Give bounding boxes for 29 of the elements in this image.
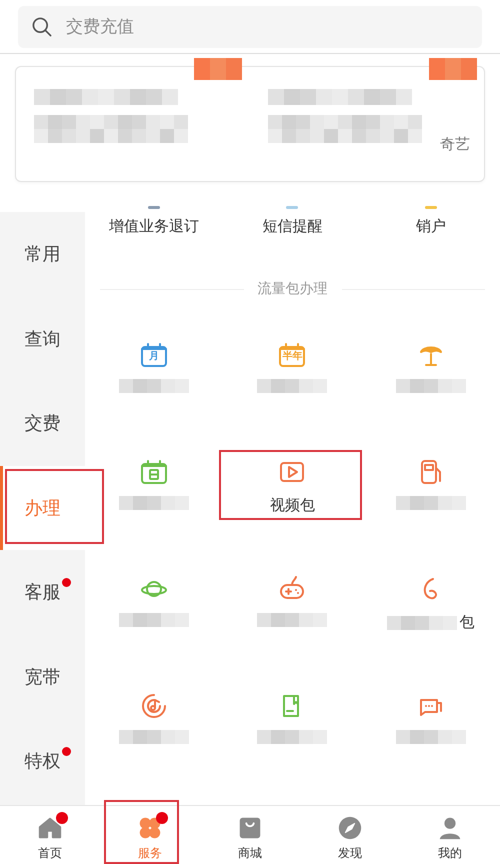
- calendar-icon[interactable]: [139, 458, 170, 486]
- tile-label[interactable]: 包: [459, 613, 474, 632]
- bag-icon: [237, 815, 263, 841]
- tab-item[interactable]: 商城: [200, 806, 300, 864]
- music-disc-icon[interactable]: [140, 692, 168, 720]
- calendar-text: 月: [148, 351, 160, 363]
- search-field[interactable]: 交费充值: [18, 6, 482, 48]
- person-icon: [437, 815, 463, 841]
- section-title: 流量包办理: [258, 280, 328, 298]
- clover-icon: [137, 815, 163, 841]
- service-link[interactable]: 短信提醒: [262, 217, 322, 236]
- promo-text: 奇艺: [440, 135, 470, 154]
- home-icon: [37, 815, 63, 841]
- tile-label[interactable]: 视频包: [270, 496, 315, 515]
- tab-item[interactable]: 发现: [300, 806, 400, 864]
- tab-item[interactable]: 首页: [0, 806, 100, 864]
- sidebar-item[interactable]: 特权: [0, 719, 85, 804]
- compass-icon: [337, 815, 363, 841]
- promo-card[interactable]: 奇艺: [15, 66, 485, 182]
- service-link[interactable]: 销户: [416, 217, 446, 236]
- sidebar-item[interactable]: 宽带: [0, 634, 85, 719]
- search-icon: [30, 15, 54, 39]
- sidebar-item[interactable]: 客服: [0, 550, 85, 634]
- sidebar-item[interactable]: 常用: [0, 212, 85, 296]
- sidebar-item[interactable]: 查询: [0, 296, 85, 381]
- tab-item[interactable]: 我的: [400, 806, 500, 864]
- calendar-text: 半年: [281, 351, 304, 363]
- sidebar-item[interactable]: 交费: [0, 381, 85, 466]
- service-link[interactable]: 增值业务退订: [109, 217, 200, 236]
